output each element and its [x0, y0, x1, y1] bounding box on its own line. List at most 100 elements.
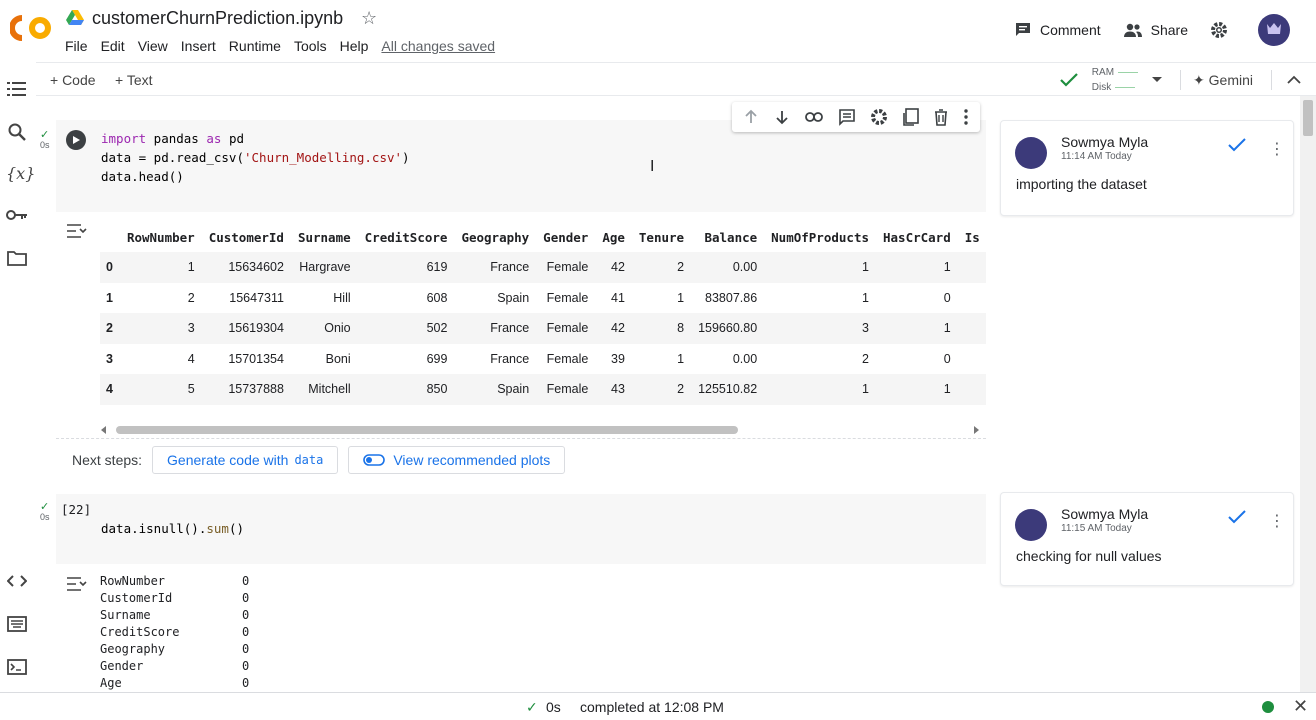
settings-button[interactable] [1210, 21, 1236, 39]
table-cell: 0 [943, 290, 951, 305]
dataframe-table: RowNumber CustomerId Surname CreditScore Geo… [100, 222, 986, 405]
scrollbar-thumb[interactable] [116, 426, 738, 434]
scroll-right-icon[interactable] [972, 426, 980, 434]
table-cell: 5 [119, 374, 202, 405]
drive-icon[interactable] [66, 10, 84, 26]
series-value: 0 [242, 642, 250, 656]
save-status[interactable]: All changes saved [381, 38, 495, 54]
gemini-button[interactable]: ✦ Gemini [1193, 72, 1253, 89]
more-vert-icon[interactable]: ⋮ [1269, 139, 1285, 159]
code-line: data = pd.read_csv('Churn_Modelling.csv'… [101, 148, 410, 167]
table-of-contents-icon[interactable] [6, 80, 28, 102]
scroll-left-icon[interactable] [100, 426, 108, 434]
horizontal-scrollbar[interactable] [100, 426, 980, 434]
series-row: CreditScore 0 [100, 624, 249, 641]
code-cell-1[interactable]: import pandas as pd data = pd.read_csv('… [56, 120, 986, 212]
menu-edit[interactable]: Edit [101, 38, 125, 54]
table-cell: 125510.82 [691, 374, 765, 405]
mirror-cell-icon[interactable] [903, 108, 919, 126]
table-cell: Spain [497, 290, 530, 305]
terminal-icon[interactable] [6, 659, 28, 681]
folder-icon[interactable] [6, 250, 28, 272]
table-cell: 15737888 [201, 374, 291, 405]
more-vert-icon[interactable] [963, 109, 969, 125]
output-menu-icon[interactable] [66, 576, 88, 592]
more-vert-icon[interactable]: ⋮ [1269, 511, 1285, 531]
table-cell: 1 [119, 252, 202, 283]
table-cell: 2 [187, 290, 195, 305]
comment-card-1[interactable]: Sowmya Myla 11:14 AM Today ⋮ importing t… [1000, 120, 1294, 216]
cell1-status: ✓ 0s [40, 130, 50, 151]
ram-label: RAM [1091, 67, 1115, 78]
resolve-check-icon[interactable] [1227, 509, 1247, 525]
menu-help[interactable]: Help [340, 38, 369, 54]
column-header: NumOfProducts [771, 229, 869, 245]
menu-tools[interactable]: Tools [294, 38, 327, 54]
row-index: 3 [106, 351, 113, 366]
recommended-plots-chip[interactable]: View recommended plots [348, 445, 566, 474]
table-cell: 699 [426, 351, 448, 366]
move-down-icon[interactable] [774, 109, 790, 125]
link-icon[interactable] [804, 111, 823, 123]
vertical-scrollbar[interactable] [1300, 96, 1316, 692]
code-cell-2[interactable]: [22] data.isnull().sum() [56, 494, 986, 564]
trash-icon[interactable] [934, 108, 948, 126]
run-cell-button[interactable] [66, 130, 86, 150]
star-icon[interactable]: ☆ [361, 8, 377, 29]
table-cell: 1 [876, 252, 958, 283]
table-cell: Female [546, 290, 589, 305]
table-cell: 42 [595, 313, 632, 344]
table-cell: France [454, 313, 537, 344]
series-value: 0 [242, 659, 250, 673]
code-snippets-icon[interactable] [6, 574, 28, 596]
search-icon[interactable] [6, 122, 28, 144]
menu-insert[interactable]: Insert [181, 38, 216, 54]
table-row: 2 3 15619304 Onio 502 France Female 42 8 159660.8… [100, 313, 986, 344]
add-text-button[interactable]: + Text [115, 72, 153, 88]
table-cell: Female [546, 351, 589, 366]
scrollbar-thumb[interactable] [1303, 100, 1313, 136]
comment-card-2[interactable]: Sowmya Myla 11:15 AM Today ⋮ checking fo… [1000, 492, 1294, 586]
code-line: import pandas as pd [101, 129, 410, 148]
menu-bar: File Edit View Insert Runtime Tools Help… [65, 38, 508, 54]
commenter-avatar [1015, 509, 1047, 541]
completion-status[interactable]: completed at 12:08 PM [580, 699, 724, 715]
notebook-title[interactable]: customerChurnPrediction.ipynb [92, 8, 343, 29]
table-cell [958, 283, 986, 314]
gear-icon[interactable] [870, 108, 888, 126]
output-menu-icon[interactable] [66, 223, 88, 239]
kernel-status-dot [1262, 701, 1274, 713]
command-palette-icon[interactable] [6, 616, 28, 638]
resource-monitor[interactable]: RAM Disk [1091, 65, 1139, 95]
menu-runtime[interactable]: Runtime [229, 38, 281, 54]
series-label: RowNumber [100, 574, 166, 588]
move-up-icon[interactable] [743, 109, 759, 125]
comment-author: Sowmya Myla [1061, 134, 1149, 150]
table-cell: Hill [333, 290, 351, 305]
dataframe-output[interactable]: RowNumber CustomerId Surname CreditScore Geo… [100, 222, 986, 405]
key-icon[interactable] [6, 208, 28, 230]
menu-file[interactable]: File [65, 38, 88, 54]
comment-button[interactable]: Comment [1014, 21, 1101, 39]
cell2-code[interactable]: data.isnull().sum() [101, 519, 244, 538]
play-icon [73, 136, 80, 144]
code-token: import [101, 131, 147, 146]
cell1-code[interactable]: import pandas as pd data = pd.read_csv('… [101, 129, 410, 186]
variables-icon[interactable]: {x} [6, 164, 35, 186]
menu-view[interactable]: View [138, 38, 168, 54]
generate-code-chip[interactable]: Generate code with data [152, 445, 339, 474]
colab-logo[interactable] [10, 14, 52, 42]
chevron-up-icon[interactable] [1272, 73, 1316, 87]
column-header [100, 222, 120, 252]
add-code-button[interactable]: + Code [50, 72, 96, 88]
code-token: pandas [146, 131, 207, 146]
close-icon[interactable]: ✕ [1293, 696, 1308, 717]
table-cell: 42 [595, 252, 632, 283]
comment-icon[interactable] [838, 108, 856, 126]
table-row: 0 1 15634602 Hargrave 619 France Female 42 2 0.00… [100, 252, 986, 283]
resolve-check-icon[interactable] [1227, 137, 1247, 153]
share-button[interactable]: Share [1123, 22, 1188, 38]
code-token: data.head() [101, 169, 184, 184]
user-avatar[interactable] [1258, 14, 1290, 46]
chevron-down-icon[interactable] [1144, 73, 1170, 87]
